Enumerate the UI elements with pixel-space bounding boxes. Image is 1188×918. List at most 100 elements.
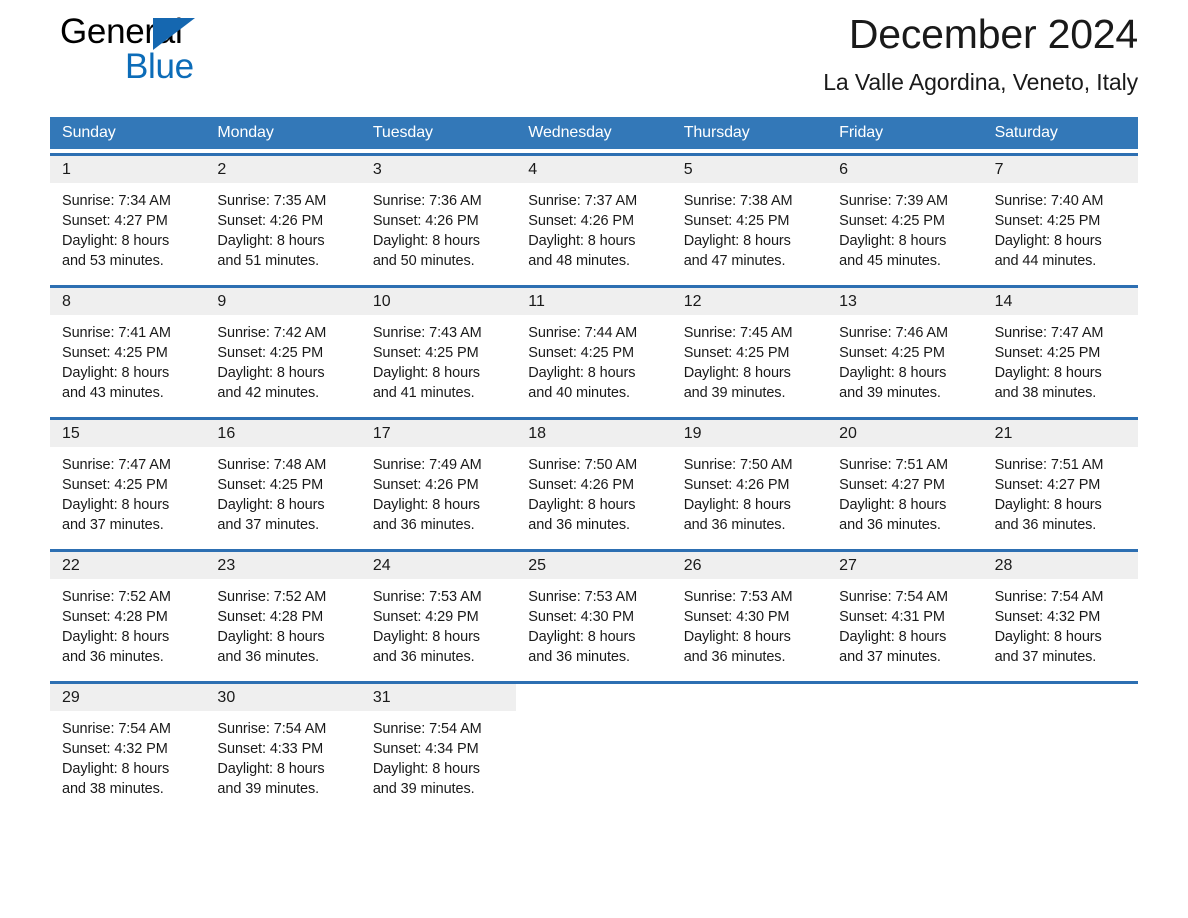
day-details: Sunrise: 7:54 AM Sunset: 4:31 PM Dayligh…: [827, 579, 982, 677]
day-cell[interactable]: 28 Sunrise: 7:54 AM Sunset: 4:32 PM Dayl…: [982, 552, 1138, 677]
day-cell[interactable]: 27 Sunrise: 7:54 AM Sunset: 4:31 PM Dayl…: [827, 552, 983, 677]
daylight-text: Daylight: 8 hours and 36 minutes.: [528, 497, 636, 533]
day-number: 10: [372, 293, 391, 310]
day-number: 31: [372, 689, 391, 706]
day-cell[interactable]: 31 Sunrise: 7:54 AM Sunset: 4:34 PM Dayl…: [360, 684, 517, 809]
sunrise-text: Sunrise: 7:54 AM: [372, 721, 482, 737]
day-cell[interactable]: 14 Sunrise: 7:47 AM Sunset: 4:25 PM Dayl…: [982, 288, 1138, 413]
day-cell[interactable]: 1 Sunrise: 7:34 AM Sunset: 4:27 PM Dayli…: [50, 156, 206, 281]
day-details: Sunrise: 7:51 AM Sunset: 4:27 PM Dayligh…: [827, 447, 982, 545]
day-number-band: 25: [516, 552, 672, 579]
day-number-band: 24: [360, 552, 517, 579]
weekday-header-saturday: Saturday: [994, 124, 1058, 141]
day-cell[interactable]: 2 Sunrise: 7:35 AM Sunset: 4:26 PM Dayli…: [205, 156, 361, 281]
sunset-text: Sunset: 4:32 PM: [62, 741, 168, 757]
day-number: 12: [683, 293, 702, 310]
day-cell[interactable]: 21 Sunrise: 7:51 AM Sunset: 4:27 PM Dayl…: [982, 420, 1138, 545]
day-cell[interactable]: 30 Sunrise: 7:54 AM Sunset: 4:33 PM Dayl…: [205, 684, 361, 809]
sunrise-text: Sunrise: 7:39 AM: [839, 193, 948, 209]
day-cell[interactable]: 8 Sunrise: 7:41 AM Sunset: 4:25 PM Dayli…: [50, 288, 206, 413]
day-details: Sunrise: 7:50 AM Sunset: 4:26 PM Dayligh…: [672, 447, 827, 545]
day-details: Sunrise: 7:46 AM Sunset: 4:25 PM Dayligh…: [827, 315, 982, 413]
sunset-text: Sunset: 4:25 PM: [62, 345, 168, 361]
sunrise-text: Sunrise: 7:40 AM: [994, 193, 1104, 209]
sunrise-text: Sunrise: 7:54 AM: [62, 721, 171, 737]
day-cell[interactable]: 20 Sunrise: 7:51 AM Sunset: 4:27 PM Dayl…: [827, 420, 983, 545]
calendar-week-row: 8 Sunrise: 7:41 AM Sunset: 4:25 PM Dayli…: [50, 285, 1138, 413]
sunrise-text: Sunrise: 7:42 AM: [217, 325, 327, 341]
day-number-band: [671, 684, 828, 711]
day-cell[interactable]: 17 Sunrise: 7:49 AM Sunset: 4:26 PM Dayl…: [360, 420, 517, 545]
daylight-text: Daylight: 8 hours and 47 minutes.: [683, 233, 791, 269]
general-blue-logo[interactable]: General Blue: [50, 10, 250, 90]
daylight-text: Daylight: 8 hours and 42 minutes.: [217, 365, 325, 401]
day-number-band: 31: [360, 684, 517, 711]
day-number-band: 28: [982, 552, 1138, 579]
day-details: Sunrise: 7:52 AM Sunset: 4:28 PM Dayligh…: [50, 579, 205, 677]
daylight-text: Daylight: 8 hours and 41 minutes.: [372, 365, 480, 401]
day-cell[interactable]: 18 Sunrise: 7:50 AM Sunset: 4:26 PM Dayl…: [516, 420, 672, 545]
day-cell[interactable]: 5 Sunrise: 7:38 AM Sunset: 4:25 PM Dayli…: [671, 156, 828, 281]
weekday-header-wednesday: Wednesday: [528, 124, 612, 141]
day-cell[interactable]: 24 Sunrise: 7:53 AM Sunset: 4:29 PM Dayl…: [360, 552, 517, 677]
day-cell[interactable]: 6 Sunrise: 7:39 AM Sunset: 4:25 PM Dayli…: [827, 156, 983, 281]
day-details: Sunrise: 7:45 AM Sunset: 4:25 PM Dayligh…: [672, 315, 827, 413]
sunrise-text: Sunrise: 7:50 AM: [528, 457, 638, 473]
day-cell[interactable]: 11 Sunrise: 7:44 AM Sunset: 4:25 PM Dayl…: [516, 288, 672, 413]
day-cell[interactable]: 7 Sunrise: 7:40 AM Sunset: 4:25 PM Dayli…: [982, 156, 1138, 281]
day-number: 2: [217, 161, 227, 178]
sunrise-text: Sunrise: 7:50 AM: [683, 457, 793, 473]
sunrise-text: Sunrise: 7:53 AM: [683, 589, 793, 605]
calendar-page: General Blue December 2024 La Valle Agor…: [0, 0, 1188, 918]
day-cell[interactable]: 26 Sunrise: 7:53 AM Sunset: 4:30 PM Dayl…: [671, 552, 828, 677]
daylight-text: Daylight: 8 hours and 39 minutes.: [683, 365, 791, 401]
sunset-text: Sunset: 4:28 PM: [217, 609, 324, 625]
day-cell[interactable]: 23 Sunrise: 7:52 AM Sunset: 4:28 PM Dayl…: [205, 552, 361, 677]
day-number: 13: [839, 293, 857, 310]
daylight-text: Daylight: 8 hours and 36 minutes.: [683, 497, 791, 533]
day-cell[interactable]: 16 Sunrise: 7:48 AM Sunset: 4:25 PM Dayl…: [205, 420, 361, 545]
day-cell[interactable]: 19 Sunrise: 7:50 AM Sunset: 4:26 PM Dayl…: [671, 420, 828, 545]
sunrise-text: Sunrise: 7:35 AM: [217, 193, 327, 209]
sunrise-text: Sunrise: 7:51 AM: [994, 457, 1104, 473]
sunset-text: Sunset: 4:30 PM: [683, 609, 790, 625]
logo-text-blue: Blue: [125, 47, 194, 86]
day-details: Sunrise: 7:53 AM Sunset: 4:30 PM Dayligh…: [516, 579, 671, 677]
day-cell[interactable]: 3 Sunrise: 7:36 AM Sunset: 4:26 PM Dayli…: [360, 156, 517, 281]
day-number: 3: [372, 161, 382, 178]
daylight-text: Daylight: 8 hours and 36 minutes.: [372, 629, 480, 665]
sunset-text: Sunset: 4:25 PM: [528, 345, 634, 361]
day-number: 7: [994, 161, 1004, 178]
day-cell[interactable]: 4 Sunrise: 7:37 AM Sunset: 4:26 PM Dayli…: [516, 156, 672, 281]
sunrise-text: Sunrise: 7:52 AM: [62, 589, 171, 605]
day-cell[interactable]: 22 Sunrise: 7:52 AM Sunset: 4:28 PM Dayl…: [50, 552, 206, 677]
sunset-text: Sunset: 4:30 PM: [528, 609, 634, 625]
day-number-band: [982, 684, 1138, 711]
page-subtitle: La Valle Agordina, Veneto, Italy: [823, 69, 1138, 95]
day-cell[interactable]: 25 Sunrise: 7:53 AM Sunset: 4:30 PM Dayl…: [516, 552, 672, 677]
day-details: Sunrise: 7:53 AM Sunset: 4:29 PM Dayligh…: [361, 579, 516, 677]
day-number-band: 14: [982, 288, 1138, 315]
day-number-band: 6: [827, 156, 983, 183]
day-cell[interactable]: 10 Sunrise: 7:43 AM Sunset: 4:25 PM Dayl…: [360, 288, 517, 413]
day-number: 14: [994, 293, 1013, 310]
daylight-text: Daylight: 8 hours and 36 minutes.: [528, 629, 636, 665]
sunrise-text: Sunrise: 7:44 AM: [528, 325, 638, 341]
weekday-header-row: Sunday Monday Tuesday Wednesday Thursday…: [50, 117, 1138, 149]
day-cell[interactable]: 12 Sunrise: 7:45 AM Sunset: 4:25 PM Dayl…: [671, 288, 828, 413]
day-cell-empty: [671, 684, 828, 809]
day-cell[interactable]: 29 Sunrise: 7:54 AM Sunset: 4:32 PM Dayl…: [50, 684, 206, 809]
day-cell[interactable]: 15 Sunrise: 7:47 AM Sunset: 4:25 PM Dayl…: [50, 420, 206, 545]
day-number-band: 26: [671, 552, 828, 579]
day-number: 30: [217, 689, 236, 706]
day-cell[interactable]: 9 Sunrise: 7:42 AM Sunset: 4:25 PM Dayli…: [205, 288, 361, 413]
daylight-text: Daylight: 8 hours and 38 minutes.: [994, 365, 1102, 401]
day-number-band: 9: [205, 288, 361, 315]
day-number-band: 7: [982, 156, 1138, 183]
day-cell[interactable]: 13 Sunrise: 7:46 AM Sunset: 4:25 PM Dayl…: [827, 288, 983, 413]
day-number-band: 4: [516, 156, 672, 183]
sunset-text: Sunset: 4:25 PM: [839, 213, 945, 229]
day-number: 29: [62, 689, 80, 706]
daylight-text: Daylight: 8 hours and 48 minutes.: [528, 233, 636, 269]
daylight-text: Daylight: 8 hours and 37 minutes.: [839, 629, 947, 665]
